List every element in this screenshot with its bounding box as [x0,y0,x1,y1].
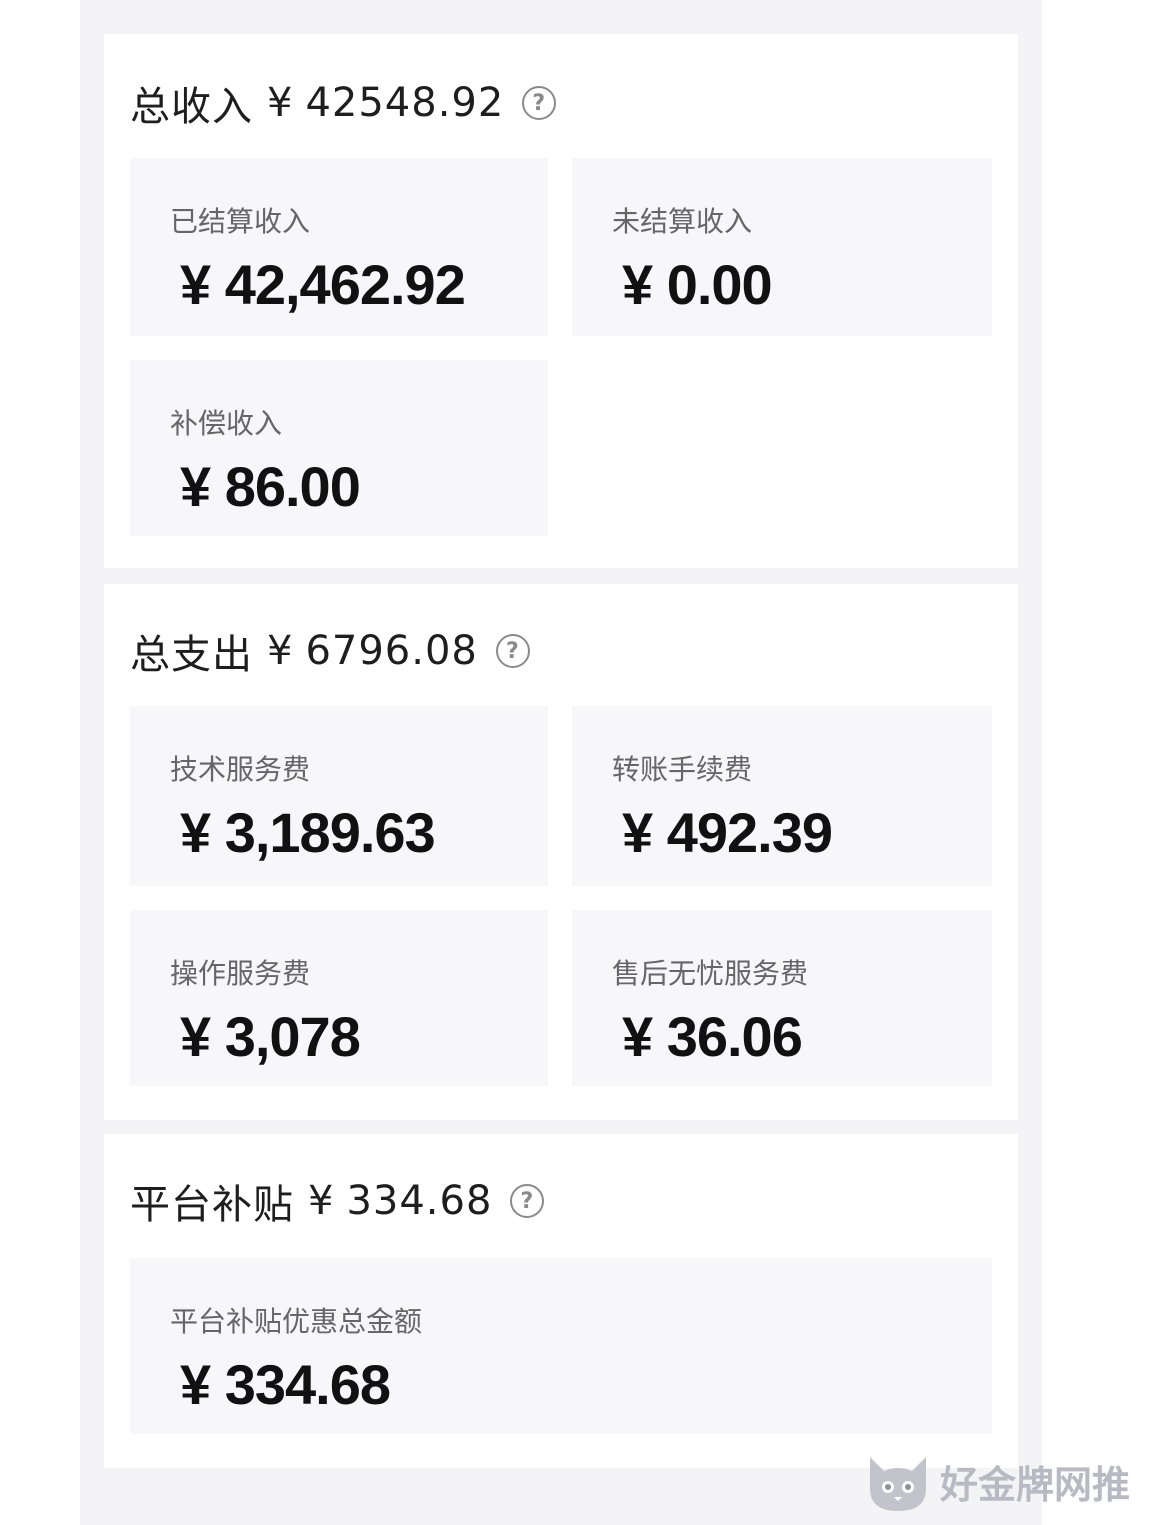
tile-value: ¥ 492.39 [622,801,833,864]
tile-value: ¥ 86.00 [180,455,361,518]
income-total-amount: 42548.92 [305,80,505,126]
subsidy-title: 平台补贴 [130,1182,294,1228]
compensation-income-tile: 补偿收入 ¥ 86.00 [130,360,548,536]
tile-value: ¥ 334.68 [180,1353,391,1416]
tile-value: ¥ 42,462.92 [180,253,466,316]
tile-label: 转账手续费 [612,753,753,786]
subsidy-card: 平台补贴 ¥ 334.68 ? 平台补贴优惠总金额 ¥ 334.68 [104,1134,1018,1468]
subsidy-total-amount: 334.68 [346,1178,493,1224]
tile-value: ¥ 36.06 [622,1005,803,1068]
expense-card: 总支出 ¥ 6796.08 ? 技术服务费 ¥ 3,189.63 转账手续费 ¥… [104,584,1018,1120]
subsidy-header: 平台补贴 ¥ 334.68 ? [130,1172,545,1230]
watermark-text: 好金牌网推 [940,1462,1131,1507]
tile-value: ¥ 3,078 [180,1005,361,1068]
tile-label: 已结算收入 [170,205,311,238]
tile-label: 操作服务费 [170,957,311,990]
after-sales-service-fee-tile: 售后无忧服务费 ¥ 36.06 [572,910,992,1086]
expense-title: 总支出 [130,632,253,678]
question-circle-icon[interactable]: ? [522,86,557,120]
tile-label: 技术服务费 [170,753,311,786]
income-header: 总收入 ¥ 42548.92 ? [130,74,557,132]
transfer-fee-tile: 转账手续费 ¥ 492.39 [572,706,992,886]
expense-total-amount: 6796.08 [305,628,478,674]
watermark: 好金牌网推 [862,1445,1130,1517]
tile-label: 未结算收入 [612,205,753,238]
question-circle-icon[interactable]: ? [510,1184,545,1218]
income-card: 总收入 ¥ 42548.92 ? 已结算收入 ¥ 42,462.92 未结算收入… [104,34,1018,568]
question-circle-icon[interactable]: ? [495,634,530,668]
platform-subsidy-total-tile: 平台补贴优惠总金额 ¥ 334.68 [130,1258,992,1434]
tile-label: 补偿收入 [170,407,283,440]
cat-logo-icon [870,1457,926,1511]
tile-label: 售后无忧服务费 [612,957,809,990]
tile-label: 平台补贴优惠总金额 [170,1305,423,1338]
expense-currency-symbol: ¥ [267,628,294,674]
tile-value: ¥ 0.00 [622,253,773,316]
settled-income-tile: 已结算收入 ¥ 42,462.92 [130,158,548,336]
subsidy-currency-symbol: ¥ [308,1178,335,1224]
unsettled-income-tile: 未结算收入 ¥ 0.00 [572,158,992,336]
income-title: 总收入 [130,84,253,130]
income-currency-symbol: ¥ [267,80,294,126]
tile-value: ¥ 3,189.63 [180,801,436,864]
tech-service-fee-tile: 技术服务费 ¥ 3,189.63 [130,706,548,886]
expense-header: 总支出 ¥ 6796.08 ? [130,622,530,680]
operation-service-fee-tile: 操作服务费 ¥ 3,078 [130,910,548,1086]
